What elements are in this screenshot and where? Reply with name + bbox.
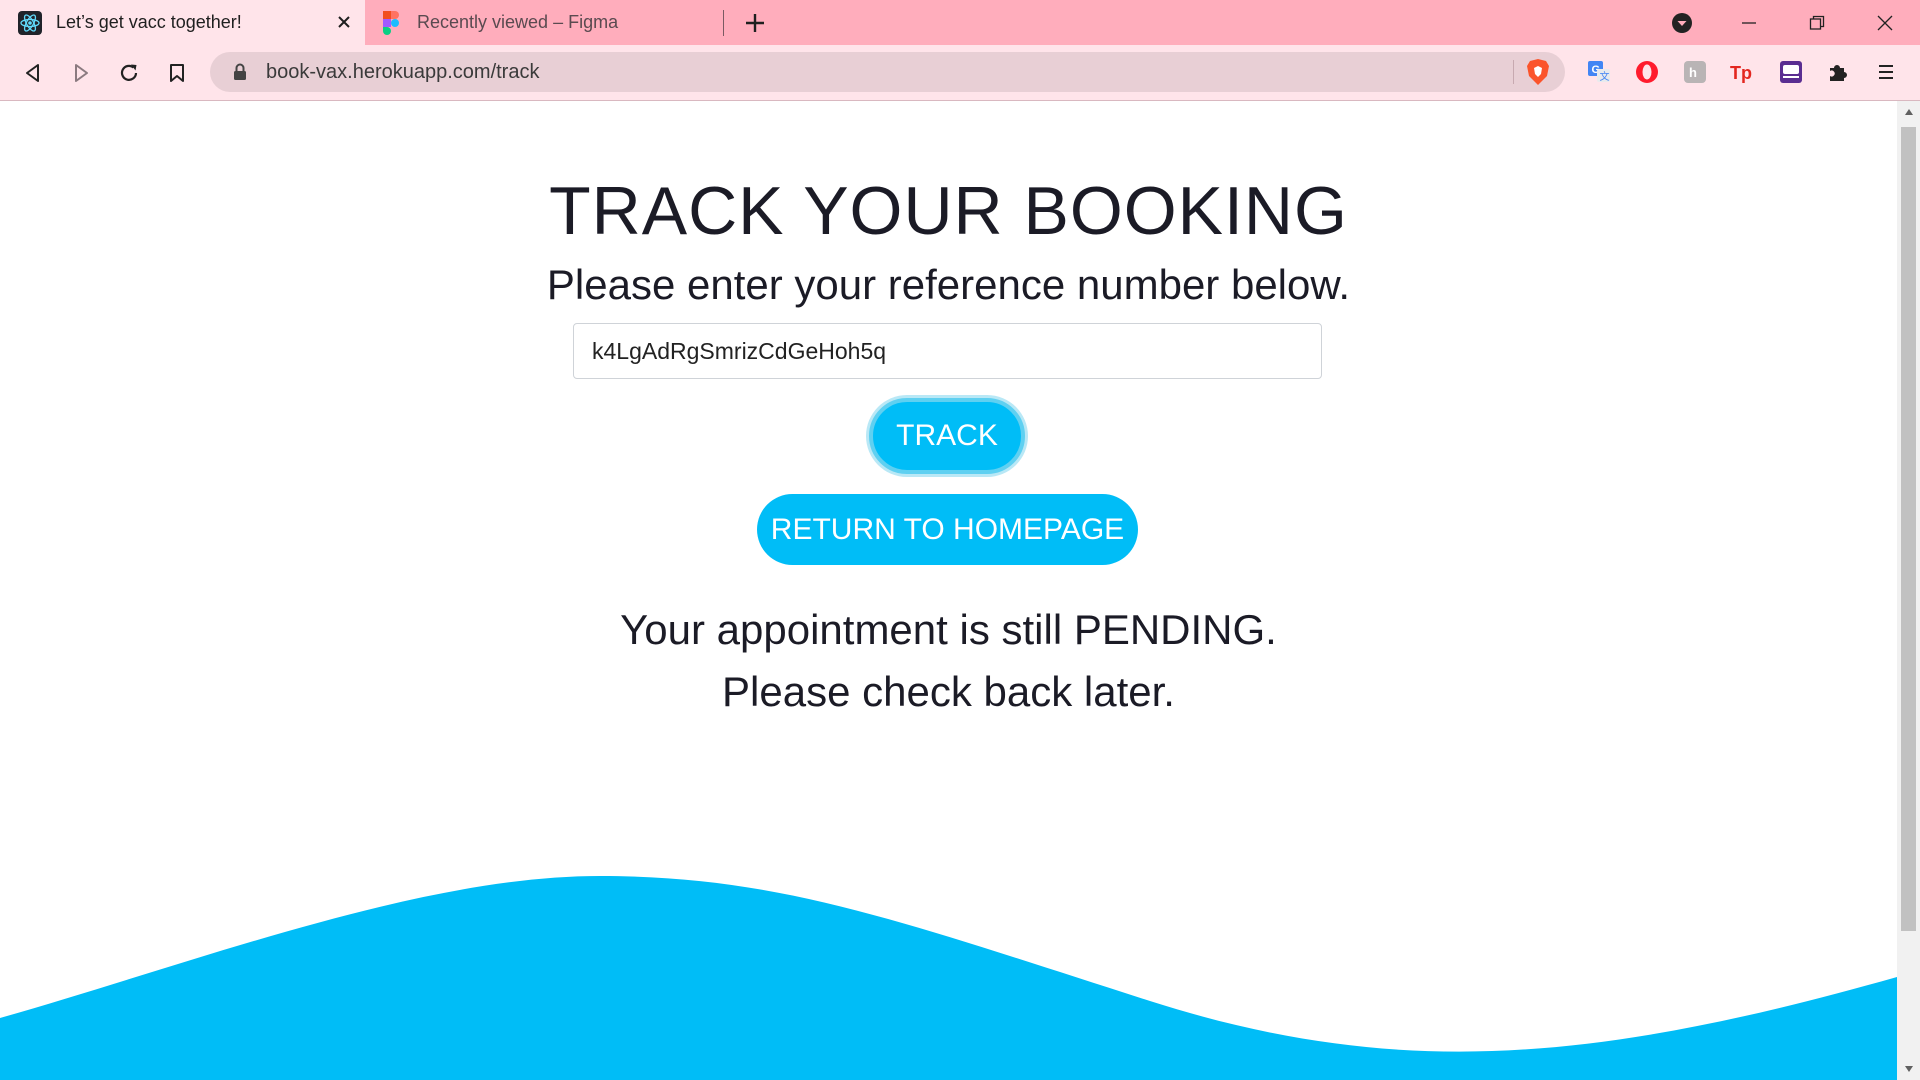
menu-icon[interactable] [1871,57,1901,87]
browser-toolbar: book-vax.herokuapp.com/track G文 h Tp [0,45,1920,101]
purple-extension-icon[interactable] [1776,57,1806,87]
svg-text:文: 文 [1600,70,1610,83]
close-tab-icon[interactable] [333,11,355,33]
divider [1513,60,1514,84]
tp-icon[interactable]: Tp [1728,57,1758,87]
translate-icon[interactable]: G文 [1584,57,1614,87]
tab-lets-get-vacc-together[interactable]: Let’s get vacc together! [0,0,365,45]
bookmark-icon[interactable] [159,55,195,91]
svg-text:Tp: Tp [1730,63,1752,83]
window-close-icon[interactable] [1851,0,1919,45]
forward-button[interactable] [63,55,99,91]
tab-search-button[interactable] [1648,0,1716,45]
page-title: TRACK YOUR BOOKING [549,173,1348,249]
return-to-homepage-button[interactable]: RETURN TO HOMEPAGE [757,494,1138,565]
minimize-icon[interactable] [1715,0,1783,45]
tab-recently-viewed-figma[interactable]: Recently viewed – Figma [365,0,725,45]
scrollbar[interactable] [1897,101,1920,1080]
brave-shields-icon[interactable] [1523,58,1553,86]
react-icon [18,10,42,35]
scroll-down-arrow-icon[interactable] [1897,1058,1920,1080]
status-hint: Please check back later. [722,668,1175,715]
new-tab-button[interactable] [740,8,770,38]
opera-icon[interactable] [1632,57,1662,87]
lock-icon[interactable] [230,62,250,82]
back-button[interactable] [15,55,51,91]
page-subtitle: Please enter your reference number below… [546,261,1351,308]
puzzle-icon[interactable] [1823,57,1853,87]
reference-number-input[interactable] [573,323,1322,379]
url-text[interactable]: book-vax.herokuapp.com/track [266,61,539,84]
status-message: Your appointment is still PENDING. [620,606,1277,653]
tab-title: Let’s get vacc together! [56,12,242,32]
svg-text:h: h [1689,65,1697,80]
address-bar[interactable]: book-vax.herokuapp.com/track [210,52,1565,92]
figma-icon [379,10,403,35]
hacker-news-icon[interactable]: h [1680,57,1710,87]
track-button[interactable]: TRACK [869,398,1025,474]
scroll-up-arrow-icon[interactable] [1897,101,1920,123]
reload-button[interactable] [111,55,147,91]
tab-title: Recently viewed – Figma [417,12,619,32]
page-content: TRACK YOUR BOOKING Please enter your ref… [0,101,1897,1080]
scrollbar-thumb[interactable] [1901,127,1916,931]
tab-strip: Let’s get vacc together! Recently viewed… [0,0,1920,45]
restore-icon[interactable] [1783,0,1851,45]
tab-divider [723,10,724,36]
